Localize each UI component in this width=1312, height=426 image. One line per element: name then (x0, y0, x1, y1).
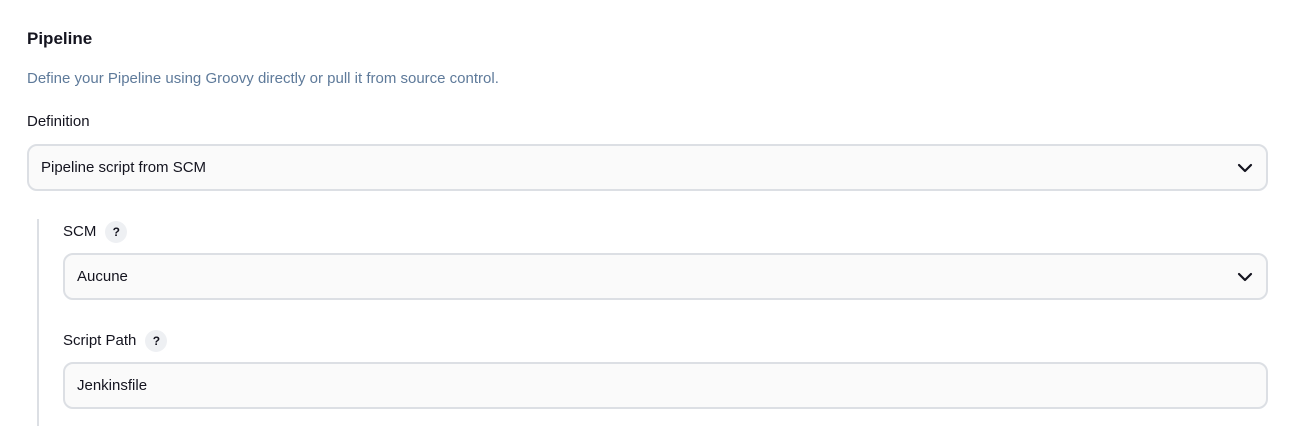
scm-label: SCM ? (63, 221, 128, 243)
script-path-input[interactable]: Jenkinsfile (63, 362, 1268, 409)
chevron-down-icon (1237, 272, 1253, 281)
pipeline-config-page: Pipeline Define your Pipeline using Groo… (0, 0, 1312, 426)
definition-label-text: Definition (27, 113, 90, 130)
script-path-help-icon[interactable]: ? (145, 330, 168, 352)
script-path-label: Script Path ? (63, 330, 168, 352)
section-title: Pipeline (27, 29, 93, 48)
definition-label: Definition (27, 112, 90, 132)
scm-help-icon[interactable]: ? (105, 221, 128, 243)
scm-select[interactable]: Aucune (63, 253, 1268, 300)
definition-select[interactable]: Pipeline script from SCM (27, 144, 1268, 191)
script-path-value: Jenkinsfile (77, 377, 148, 394)
chevron-down-icon (1237, 163, 1253, 172)
scm-label-text: SCM (63, 223, 97, 240)
script-path-label-text: Script Path (63, 332, 137, 349)
scm-selected-value: Aucune (77, 268, 128, 285)
nested-section-bar (37, 219, 39, 426)
definition-selected-value: Pipeline script from SCM (41, 159, 207, 176)
section-description: Define your Pipeline using Groovy direct… (27, 70, 499, 87)
